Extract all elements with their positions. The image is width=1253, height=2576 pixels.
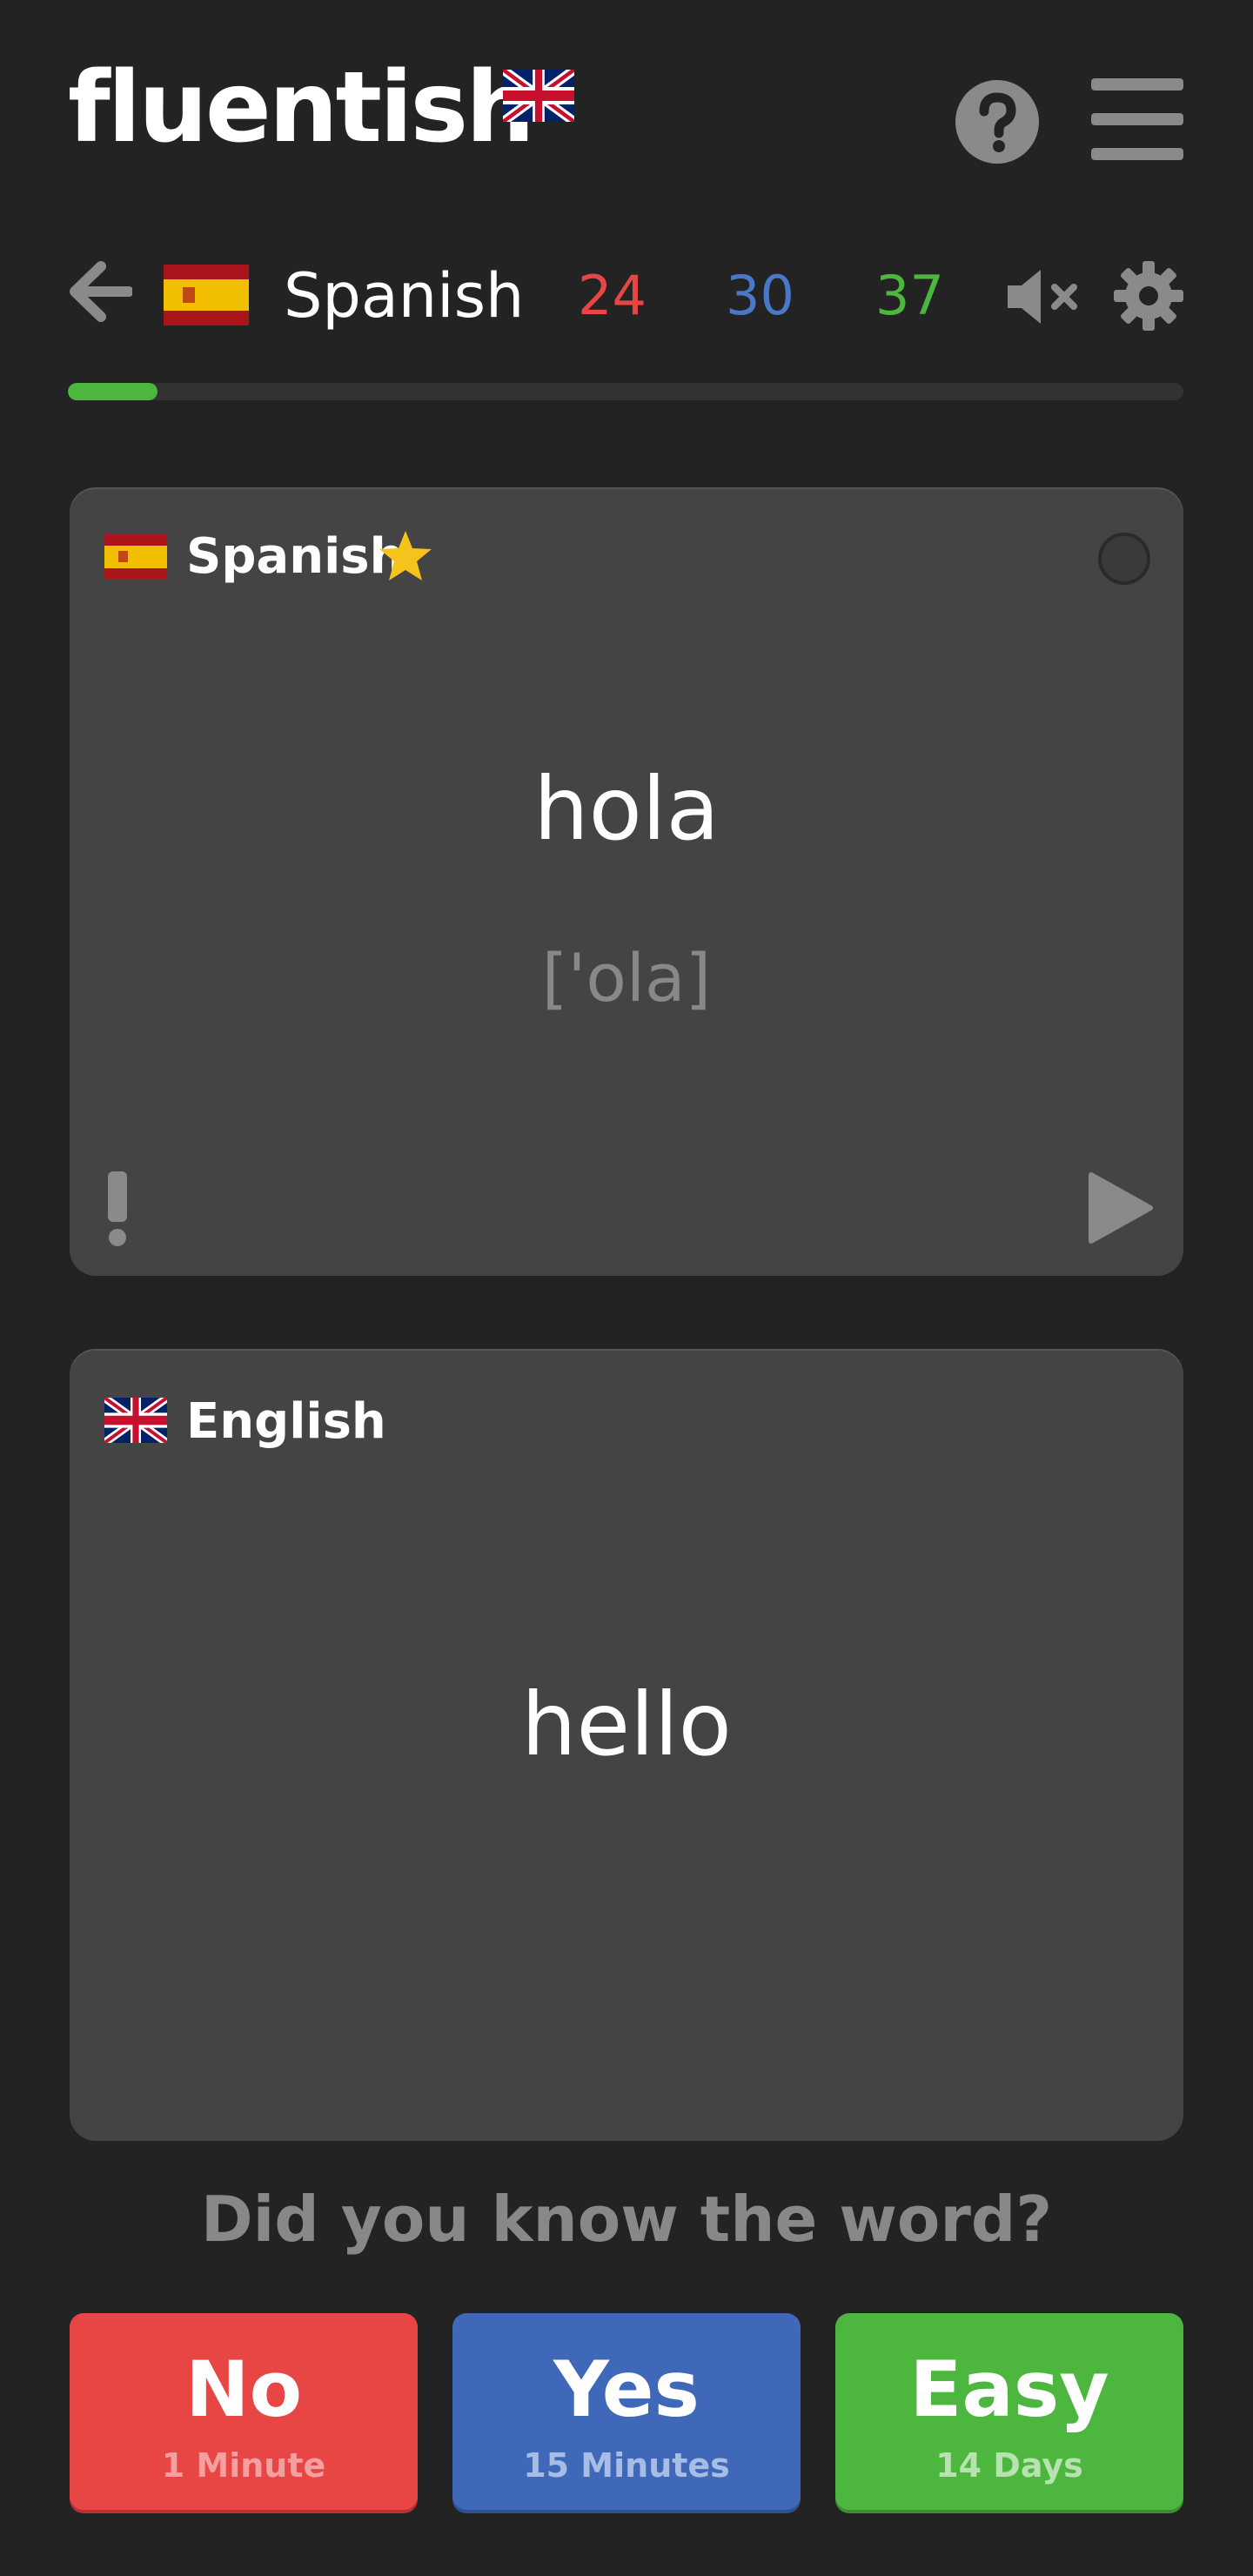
answer-yes-button[interactable]: Yes 15 Minutes: [452, 2313, 801, 2510]
back-arrow-icon[interactable]: [68, 261, 132, 322]
target-word: hello: [521, 1674, 732, 1775]
count-learning: 30: [726, 264, 794, 327]
play-icon[interactable]: [1088, 1171, 1154, 1244]
star-icon[interactable]: [378, 529, 433, 583]
app-header: fluentish: [0, 0, 1253, 209]
answer-easy-button[interactable]: Easy 14 Days: [835, 2313, 1183, 2510]
answer-easy-label: Easy: [909, 2345, 1109, 2434]
spain-flag-icon: [104, 534, 167, 580]
source-word: hola: [533, 758, 720, 860]
source-word-card: Spanish hola ['ola]: [70, 487, 1183, 1276]
answer-no-button[interactable]: No 1 Minute: [70, 2313, 418, 2510]
app-logo[interactable]: fluentish: [68, 59, 535, 157]
count-new: 24: [578, 264, 647, 327]
report-icon[interactable]: [104, 1171, 131, 1246]
progress-bar: [68, 383, 1183, 400]
uk-flag-icon: [503, 70, 574, 122]
spain-flag-icon: [164, 265, 249, 325]
menu-icon[interactable]: [1091, 78, 1183, 160]
target-word-card: English hello: [70, 1349, 1183, 2141]
mute-icon[interactable]: [1006, 268, 1081, 325]
source-language-label: Spanish: [186, 528, 405, 585]
answer-no-label: No: [184, 2345, 303, 2434]
target-language-label: English: [186, 1393, 386, 1450]
course-language: Spanish: [284, 260, 525, 332]
answer-yes-label: Yes: [553, 2345, 700, 2434]
phonetic-transcription: ['ola]: [541, 939, 712, 1016]
count-review: 37: [875, 264, 944, 327]
gear-icon[interactable]: [1114, 261, 1183, 331]
answer-no-interval: 1 Minute: [161, 2446, 326, 2485]
recall-question: Did you know the word?: [200, 2183, 1053, 2256]
uk-flag-icon: [104, 1398, 167, 1443]
progress-fill: [68, 383, 157, 400]
answer-yes-interval: 15 Minutes: [523, 2446, 730, 2485]
help-icon[interactable]: [954, 78, 1041, 165]
answer-easy-interval: 14 Days: [935, 2446, 1083, 2485]
known-toggle[interactable]: [1098, 533, 1150, 585]
